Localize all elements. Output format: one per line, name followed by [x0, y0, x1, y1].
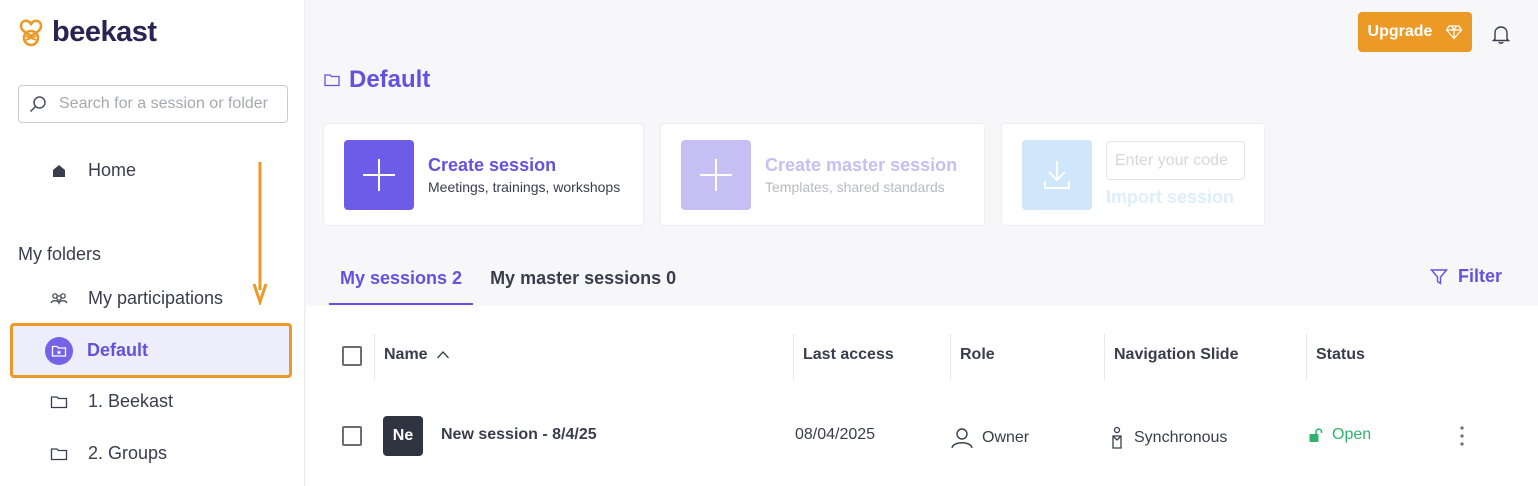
- search-input[interactable]: [59, 95, 274, 113]
- session-avatar: Ne: [383, 416, 423, 456]
- tab-my-sessions[interactable]: My sessions 2: [329, 258, 474, 305]
- column-header-role[interactable]: Role: [960, 346, 995, 364]
- column-header-navigation-slide[interactable]: Navigation Slide: [1114, 346, 1238, 364]
- role-cell: Owner: [950, 426, 1029, 450]
- column-divider: [950, 334, 951, 380]
- presenter-icon: [1112, 426, 1122, 449]
- create-session-subtitle: Meetings, trainings, workshops: [428, 178, 621, 195]
- session-name-link[interactable]: New session - 8/4/25: [441, 426, 597, 444]
- create-master-session-subtitle: Templates, shared standards: [765, 178, 945, 195]
- annotation-arrow-icon: [252, 162, 268, 305]
- sessions-table: Name Last access Role Navigation Slide S…: [306, 306, 1538, 486]
- beekast-logo-icon: [19, 19, 43, 46]
- navigation-cell: Synchronous: [1108, 426, 1227, 450]
- column-divider: [1306, 334, 1307, 380]
- sidebar: beekast Home My folders My participation…: [0, 0, 305, 486]
- filter-button[interactable]: Filter: [1430, 266, 1502, 287]
- sidebar-item-2-groups[interactable]: 2. Groups: [50, 443, 167, 464]
- sort-ascending-icon: [436, 351, 449, 359]
- row-checkbox[interactable]: [342, 426, 362, 446]
- sidebar-item-label: 1. Beekast: [88, 391, 174, 411]
- main-content: Upgrade Default Create session Meetings,…: [306, 0, 1538, 486]
- folder-icon: [50, 447, 68, 460]
- bell-icon[interactable]: [1492, 24, 1510, 44]
- logo[interactable]: beekast: [18, 16, 157, 49]
- page-title: Default: [324, 66, 430, 94]
- upgrade-label: Upgrade: [1367, 23, 1433, 40]
- column-header-last-access[interactable]: Last access: [803, 346, 894, 364]
- tab-my-master-sessions[interactable]: My master sessions 0: [479, 258, 687, 305]
- user-icon: [951, 428, 973, 449]
- sidebar-item-label: 2. Groups: [88, 443, 168, 463]
- folder-icon: [324, 74, 340, 87]
- plus-icon: [681, 139, 751, 210]
- plus-icon: [344, 139, 414, 210]
- search-icon: [29, 96, 46, 113]
- import-code-input[interactable]: [1106, 141, 1245, 180]
- column-header-status[interactable]: Status: [1316, 346, 1365, 364]
- upgrade-button[interactable]: Upgrade: [1358, 12, 1472, 52]
- home-icon: [53, 164, 65, 177]
- sidebar-item-default[interactable]: Default: [10, 323, 292, 378]
- last-access-text: 08/04/2025: [795, 426, 876, 443]
- create-master-session-title: Create master session: [765, 154, 958, 175]
- role-text: Owner: [982, 429, 1030, 446]
- create-session-card[interactable]: Create session Meetings, trainings, work…: [323, 123, 644, 226]
- sidebar-item-1-beekast[interactable]: 1. Beekast: [50, 391, 173, 412]
- app-name: beekast: [52, 16, 157, 48]
- diamond-icon: [1446, 25, 1463, 40]
- column-header-name[interactable]: Name: [384, 346, 450, 364]
- star-folder-icon: [45, 336, 73, 365]
- navigation-text: Synchronous: [1134, 429, 1228, 446]
- create-master-session-card[interactable]: Create master session Templates, shared …: [660, 123, 985, 226]
- download-icon: [1022, 139, 1092, 210]
- session-tabs: My sessions 2 My master sessions 0: [329, 258, 693, 305]
- column-divider: [1104, 334, 1105, 380]
- column-divider: [374, 334, 375, 380]
- sidebar-item-label: My participations: [88, 288, 224, 308]
- filter-label: Filter: [1458, 266, 1503, 286]
- search-box[interactable]: [18, 85, 288, 123]
- more-options-icon[interactable]: [1453, 424, 1471, 448]
- sidebar-item-my-participations[interactable]: My participations: [50, 288, 223, 309]
- import-session-card: Import session: [1001, 123, 1265, 226]
- unlock-icon: [1309, 428, 1323, 442]
- folders-section-title: My folders: [18, 244, 102, 264]
- import-session-button[interactable]: Import session: [1106, 187, 1234, 208]
- participants-icon: [50, 292, 68, 305]
- filter-icon: [1430, 268, 1448, 285]
- select-all-checkbox[interactable]: [342, 346, 362, 366]
- status-cell: Open: [1308, 426, 1371, 444]
- sidebar-item-label: Home: [88, 160, 137, 180]
- last-access-value: 08/04/2025: [795, 426, 875, 444]
- status-text: Open: [1332, 426, 1372, 443]
- folder-icon: [50, 395, 68, 408]
- sidebar-item-home[interactable]: Home: [50, 160, 136, 181]
- column-divider: [793, 334, 794, 380]
- sidebar-item-label: Default: [87, 340, 149, 360]
- column-header-label: Name: [384, 346, 428, 363]
- page-title-text: Default: [349, 66, 431, 93]
- create-session-title: Create session: [428, 154, 557, 175]
